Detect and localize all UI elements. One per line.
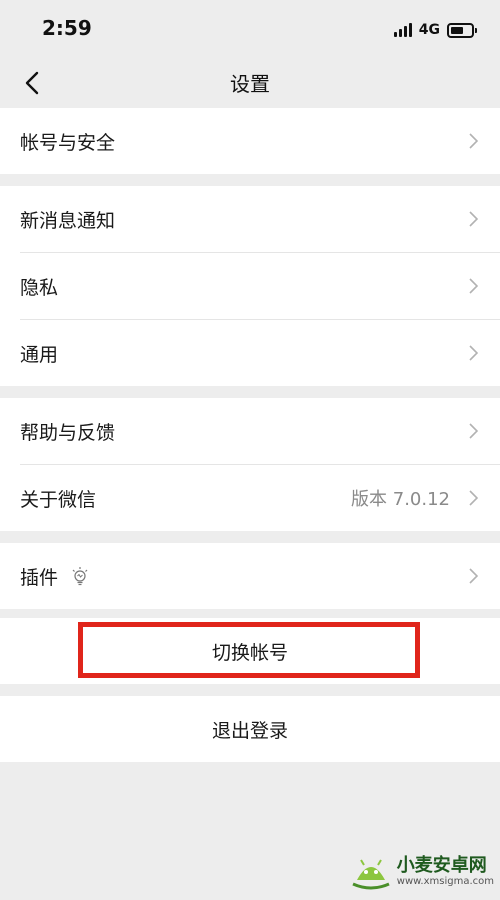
settings-item-label: 插件 (20, 566, 59, 589)
status-time: 2:59 (42, 16, 92, 40)
switch-account-button[interactable]: 切换帐号 (0, 618, 500, 684)
settings-item-notifications[interactable]: 新消息通知 (0, 186, 500, 252)
logout-label: 退出登录 (211, 719, 288, 742)
settings-group-account: 帐号与安全 (0, 108, 500, 174)
battery-icon (447, 22, 477, 38)
signal-bars-icon (393, 23, 412, 37)
settings-group-general: 新消息通知 隐私 通用 (0, 186, 500, 386)
switch-account-section: 切换帐号 (0, 618, 500, 684)
watermark-url: www.xmsigma.com (396, 876, 494, 887)
settings-item-label: 新消息通知 (20, 209, 116, 232)
chevron-right-icon (469, 211, 478, 227)
settings-item-privacy[interactable]: 隐私 (0, 253, 500, 319)
settings-item-about[interactable]: 关于微信 版本 7.0.12 (0, 465, 500, 531)
settings-item-label: 帐号与安全 (20, 131, 116, 154)
lightbulb-icon (72, 567, 88, 586)
settings-item-label: 隐私 (20, 276, 59, 299)
chevron-right-icon (469, 490, 478, 506)
chevron-right-icon (469, 278, 478, 294)
status-bar: 2:59 4G (0, 0, 500, 60)
network-type: 4G (418, 22, 440, 38)
settings-item-help-feedback[interactable]: 帮助与反馈 (0, 398, 500, 464)
chevron-right-icon (469, 345, 478, 361)
chevron-right-icon (469, 423, 478, 439)
settings-item-account-security[interactable]: 帐号与安全 (0, 108, 500, 174)
status-indicators: 4G (393, 18, 477, 42)
watermark-name: 小麦安卓网 (396, 855, 487, 876)
settings-item-label: 通用 (20, 343, 59, 366)
settings-item-plugins[interactable]: 插件 (0, 543, 500, 609)
settings-item-label: 帮助与反馈 (20, 421, 116, 444)
switch-account-label: 切换帐号 (211, 641, 288, 664)
chevron-right-icon (469, 568, 478, 584)
settings-item-label: 关于微信 (20, 488, 97, 511)
settings-group-help: 帮助与反馈 关于微信 版本 7.0.12 (0, 398, 500, 531)
android-logo-icon (352, 859, 390, 890)
logout-button[interactable]: 退出登录 (0, 696, 500, 762)
logout-section: 退出登录 (0, 696, 500, 762)
watermark: 小麦安卓网 www.xmsigma.com (349, 852, 494, 892)
nav-bar: 设置 (0, 60, 500, 106)
chevron-right-icon (469, 133, 478, 149)
settings-group-plugins: 插件 (0, 543, 500, 609)
settings-item-general[interactable]: 通用 (0, 320, 500, 386)
page-title: 设置 (230, 72, 270, 96)
version-value: 版本 7.0.12 (351, 489, 450, 510)
